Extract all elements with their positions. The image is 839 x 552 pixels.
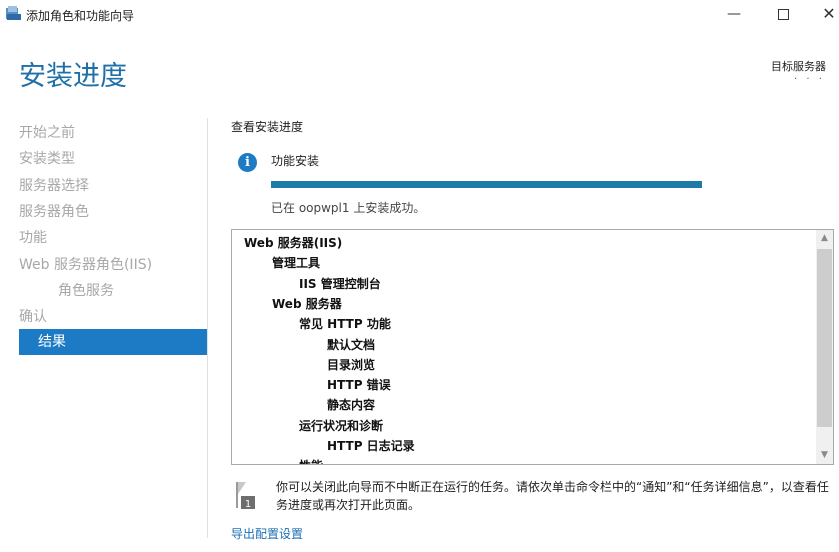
tree-item: 目录浏览 [327, 357, 376, 372]
minimize-icon: — [727, 6, 741, 22]
scroll-up-icon[interactable]: ▲ [816, 230, 833, 247]
target-server-value: · · · [794, 74, 825, 85]
export-config-link[interactable]: 导出配置设置 [231, 525, 303, 542]
nav-item-before-you-begin: 开始之前 [19, 125, 75, 141]
install-status: 已在 oopwpl1 上安装成功。 [271, 201, 426, 215]
nav-item-web-server-role: Web 服务器角色(IIS) [19, 257, 153, 273]
tree-item: 运行状况和诊断 [299, 418, 384, 433]
install-progress-bar [271, 181, 702, 188]
nav-item-results[interactable]: 结果 [19, 329, 207, 355]
close-button[interactable]: ✕ [806, 0, 839, 30]
tree-item: Web 服务器(IIS) [244, 236, 343, 250]
nav-item-server-selection: 服务器选择 [19, 178, 89, 194]
list-scrollbar[interactable]: ▲ ▼ [816, 230, 833, 464]
window-title: 添加角色和功能向导 [26, 9, 135, 23]
nav-divider [207, 118, 208, 538]
nav-item-features: 功能 [19, 230, 47, 246]
target-server-label: 目标服务器 [771, 60, 826, 73]
minimize-button[interactable]: — [711, 0, 757, 30]
wizard-note: 你可以关闭此向导而不中断正在运行的任务。请依次单击命令栏中的“通知”和“任务详细… [276, 480, 829, 512]
tree-item: 常见 HTTP 功能 [299, 317, 391, 332]
section-heading: 查看安装进度 [231, 120, 304, 134]
tree-item: IIS 管理控制台 [299, 276, 381, 291]
maximize-button[interactable] [760, 0, 806, 30]
tree-item: Web 服务器 [272, 296, 342, 311]
tree-item: HTTP 日志记录 [327, 439, 415, 453]
nav-item-confirmation: 确认 [19, 309, 47, 325]
tree-item: 管理工具 [272, 256, 321, 271]
maximize-icon [777, 8, 789, 20]
notification-flag-icon: 1 [236, 482, 255, 510]
info-icon: i [238, 153, 257, 172]
scroll-down-icon[interactable]: ▼ [816, 447, 833, 464]
tree-item: HTTP 错误 [327, 378, 391, 393]
feature-install-label: 功能安装 [271, 154, 320, 168]
tree-item: 默认文档 [327, 337, 376, 352]
title-bar: 添加角色和功能向导 — ✕ [0, 0, 839, 30]
flag-badge: 1 [245, 499, 251, 510]
tree-item: 静态内容 [327, 398, 376, 413]
progress-fill [271, 181, 702, 188]
tree-item: 性能 [299, 457, 323, 464]
page-title: 安装进度 [19, 61, 127, 92]
installed-features-list[interactable]: Web 服务器(IIS) 管理工具 IIS 管理控制台 Web 服务器常见 HTTP … [231, 229, 834, 465]
nav-item-installation-type: 安装类型 [19, 151, 75, 167]
scroll-thumb[interactable] [817, 249, 832, 427]
nav-item-role-services: 角色服务 [58, 283, 114, 299]
close-icon: ✕ [822, 4, 836, 23]
server-manager-icon [6, 6, 21, 20]
nav-item-server-roles: 服务器角色 [19, 204, 89, 220]
